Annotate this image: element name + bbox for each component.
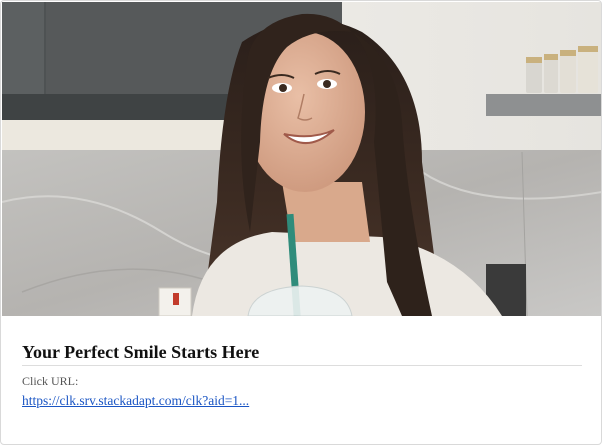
click-url-link[interactable]: https://clk.srv.stackadapt.com/clk?aid=1…	[22, 393, 249, 409]
ad-photo-illustration	[2, 2, 601, 316]
click-url-label: Click URL:	[22, 374, 79, 388]
ad-image[interactable]	[2, 2, 601, 316]
ad-headline[interactable]: Your Perfect Smile Starts Here	[22, 341, 582, 366]
ad-card: Your Perfect Smile Starts Here Click URL…	[0, 0, 602, 445]
ad-text-block: Your Perfect Smile Starts Here Click URL…	[22, 341, 582, 410]
